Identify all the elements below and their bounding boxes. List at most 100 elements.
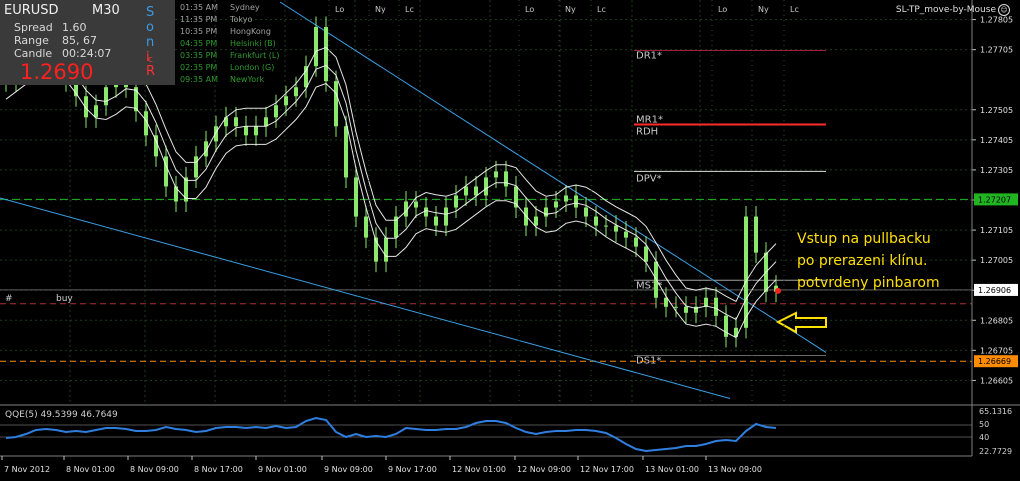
qqe-axis-label: 22.7729 <box>979 447 1012 456</box>
price-axis-label: 1.27505 <box>980 106 1013 115</box>
time-axis-label: 9 Nov 01:00 <box>258 465 307 474</box>
time-axis-label: 9 Nov 17:00 <box>388 465 437 474</box>
session-time: 09:35 AM <box>180 75 218 84</box>
qqe-line <box>5 416 777 453</box>
session-name: London (G) <box>230 63 275 72</box>
current-price: 1.2690 <box>20 60 94 84</box>
sonic-letter-r: R <box>146 64 156 79</box>
time-axis-label: 8 Nov 17:00 <box>194 465 243 474</box>
candle <box>354 177 358 217</box>
price-highlight-label: 1.26669 <box>978 357 1011 366</box>
annotation-line: Vstup na pullbacku <box>797 231 931 247</box>
candle <box>94 105 98 118</box>
price-axis-label: 1.26605 <box>980 376 1013 385</box>
candle <box>324 27 328 82</box>
candle <box>534 216 538 226</box>
candle <box>294 87 298 97</box>
session-marker-label: Lo <box>525 5 534 14</box>
sonic-letter-o: o <box>146 20 154 35</box>
session-name: Helsinki (B) <box>230 39 276 48</box>
price-highlight-label: 1.27207 <box>978 195 1011 204</box>
qqe-axis-label: 65.1316 <box>979 407 1012 416</box>
session-name: Frankfurt (L) <box>230 51 280 60</box>
time-axis-label: 13 Nov 01:00 <box>645 465 699 474</box>
price-highlight-label: 1.26906 <box>978 286 1011 295</box>
candle <box>334 81 338 127</box>
time-axis-label: 12 Nov 09:00 <box>517 465 571 474</box>
candle <box>234 117 238 127</box>
candle <box>484 177 488 196</box>
session-marker-label: Lc <box>790 5 799 14</box>
session-time: 11:35 PM <box>180 15 218 24</box>
candle <box>594 216 598 226</box>
time-axis-label: 8 Nov 01:00 <box>66 465 115 474</box>
candle <box>474 186 478 196</box>
session-name: Sydney <box>230 3 260 12</box>
session-marker-label: Lc <box>597 5 606 14</box>
candle <box>554 201 558 208</box>
sonic-letter-s: S <box>146 5 155 20</box>
candle <box>104 87 108 106</box>
info-panel: EURUSD M30 Spread 1.60 Range 85, 67 Cand… <box>0 0 175 85</box>
time-axis-label: 8 Nov 09:00 <box>130 465 179 474</box>
session-name: NewYork <box>230 75 265 84</box>
order-label: buy <box>56 294 73 304</box>
chart-window[interactable]: 1.27805 1.27705 1.27505 1.27405 1.27305 1.272… <box>0 0 1020 481</box>
candle <box>714 297 718 316</box>
session-marker-label: Ny <box>565 5 576 14</box>
range-label: Range <box>14 34 49 47</box>
candle <box>634 237 638 247</box>
session-marker-label: Ny <box>758 5 769 14</box>
pivot-label: DR1* <box>636 51 662 62</box>
time-axis-label: 12 Nov 01:00 <box>452 465 506 474</box>
trade-annotation: Vstup na pullbacku po prerazeni klínu. p… <box>797 228 940 294</box>
price-axis-label: 1.27105 <box>980 226 1013 235</box>
candle <box>494 171 498 178</box>
session-marker-label: Lo <box>335 5 344 14</box>
expert-advisor-label: SL-TP_move-by-Mouse <box>895 5 996 15</box>
time-axis-label: 13 Nov 09:00 <box>708 465 762 474</box>
time-axis-label: 12 Nov 17:00 <box>580 465 634 474</box>
annotation-line: potvrdeny pinbarom <box>797 275 940 291</box>
candle <box>284 96 288 106</box>
price-axis-label: 1.27005 <box>980 256 1013 265</box>
session-time: 01:35 AM <box>180 3 218 12</box>
candle <box>274 105 278 118</box>
candle <box>754 216 758 253</box>
candle <box>544 207 548 217</box>
candle <box>304 66 308 88</box>
pivot-label: DS1* <box>636 355 661 366</box>
annotation-line: po prerazeni klínu. <box>797 253 928 269</box>
candle <box>504 171 508 187</box>
price-axis-label: 1.27305 <box>980 166 1013 175</box>
candle <box>574 195 578 208</box>
candle <box>384 237 388 262</box>
session-name: Tokyo <box>230 15 253 24</box>
session-time: 02:35 PM <box>180 63 218 72</box>
moving-average-line <box>5 72 777 339</box>
pivot-label: RDH <box>636 127 658 138</box>
pivot-label: MR1* <box>636 115 663 126</box>
session-time: 04:35 PM <box>180 39 218 48</box>
session-time: 03:35 PM <box>180 51 218 60</box>
time-axis-label: 7 Nov 2012 <box>4 465 50 474</box>
candle <box>674 306 678 308</box>
candle <box>244 126 248 136</box>
spread-value: 1.60 <box>62 21 87 34</box>
candle <box>744 216 748 328</box>
pointer-arrow-icon <box>775 311 827 334</box>
candle <box>724 315 728 337</box>
candle <box>454 195 458 208</box>
candle <box>604 225 608 227</box>
candle <box>414 201 418 208</box>
price-axis-label: 1.27705 <box>980 46 1013 55</box>
pivot-label: DPV* <box>636 173 662 184</box>
sonic-letter-n: n <box>146 35 155 50</box>
candle <box>254 126 258 136</box>
qqe-axis-label: 50 <box>979 420 989 429</box>
last-price-dot <box>775 287 781 294</box>
range-value: 85, 67 <box>62 34 97 47</box>
timeframe-label: M30 <box>92 3 120 18</box>
candle <box>344 126 348 178</box>
candle-timer: 00:24:07 <box>62 47 112 60</box>
